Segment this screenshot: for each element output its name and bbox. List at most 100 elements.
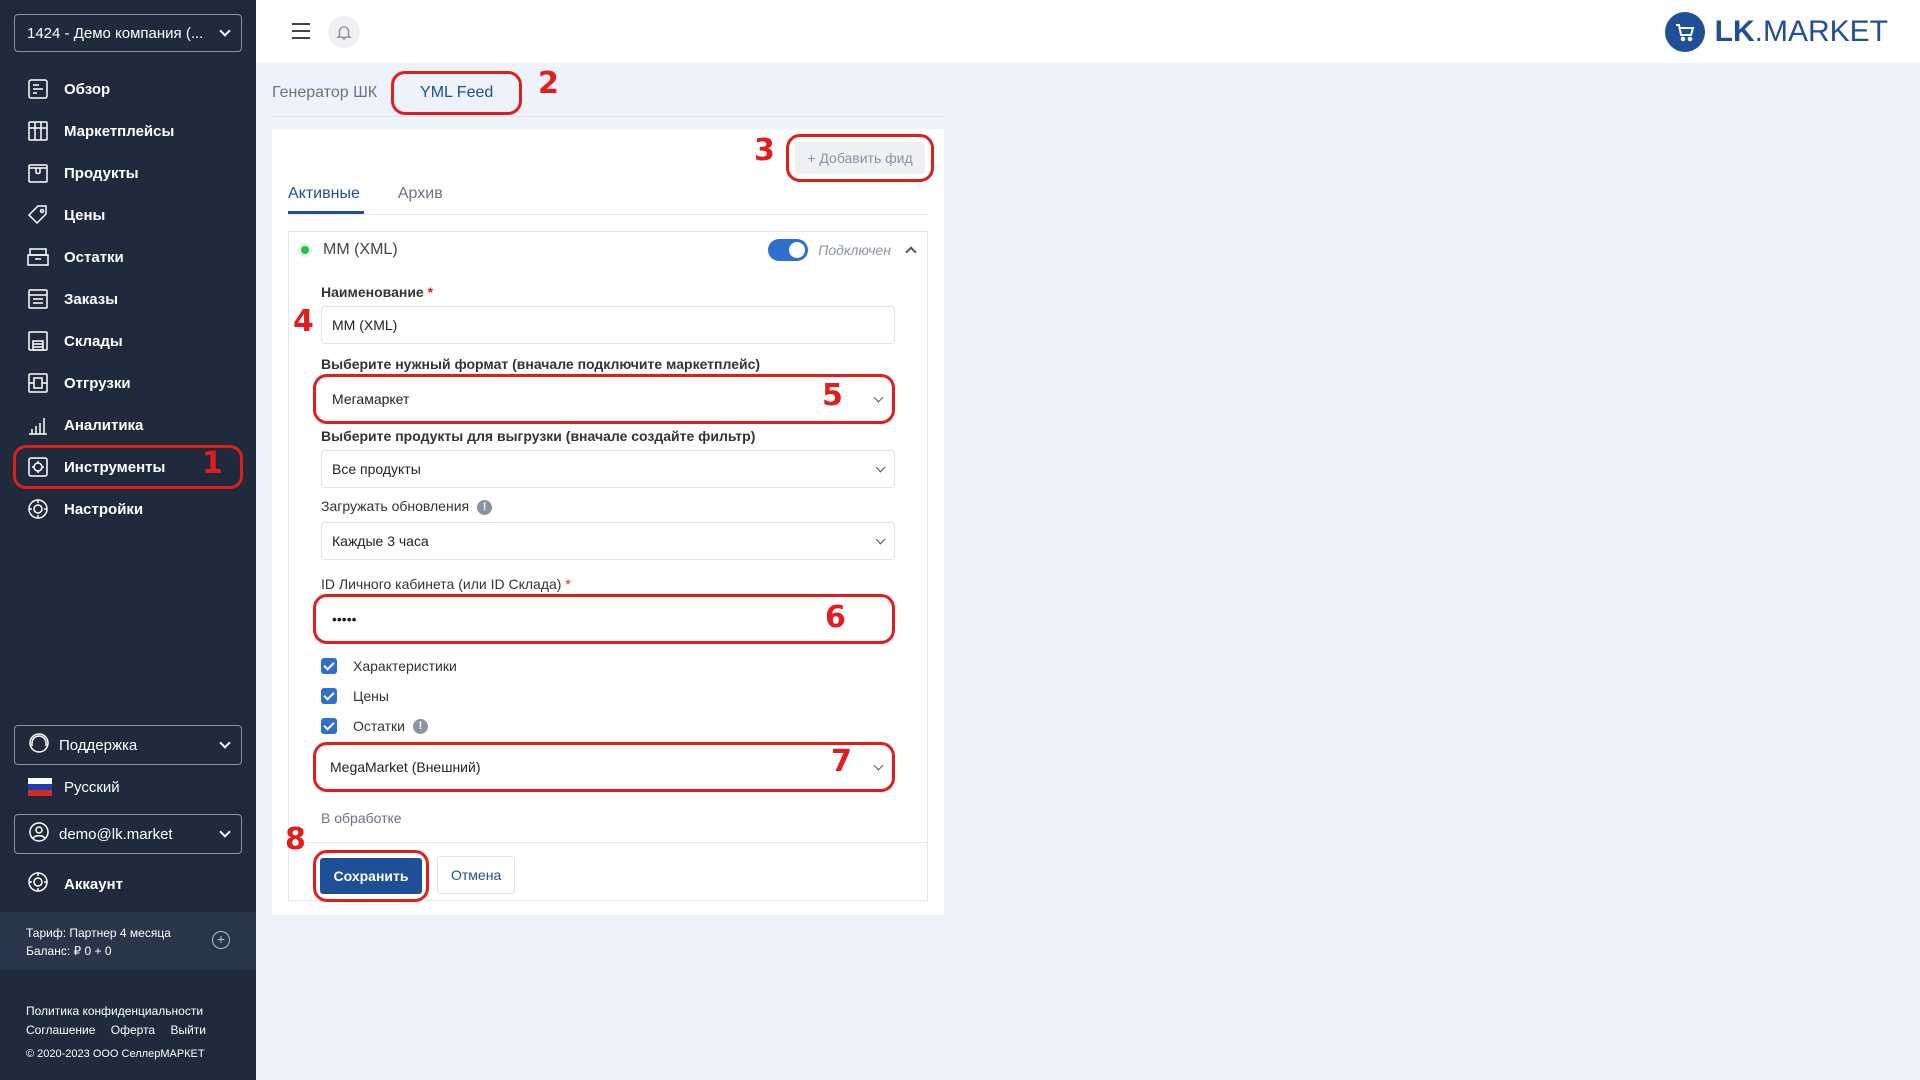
form-divider — [289, 842, 927, 843]
cancel-button[interactable]: Отмена — [437, 856, 516, 894]
name-input-value: MM (XML) — [332, 317, 398, 333]
connected-toggle[interactable] — [768, 239, 809, 261]
user-icon — [27, 820, 51, 848]
warehouses-icon — [26, 329, 50, 353]
chevron-down-icon — [219, 826, 231, 838]
account-icon — [26, 870, 50, 898]
chevron-down-icon — [875, 462, 886, 472]
copyright: © 2020-2023 ООО СеллерМАРКЕТ — [26, 1048, 205, 1060]
analytics-icon — [26, 413, 50, 437]
marketplaces-icon — [26, 119, 50, 143]
language-label: Русский — [64, 778, 120, 796]
checkbox-prices[interactable]: Цены — [321, 688, 389, 704]
support-label: Поддержка — [59, 736, 138, 754]
add-balance-plus-icon[interactable]: + — [212, 931, 230, 949]
updates-label: Загружать обновления! — [321, 498, 493, 515]
checkbox-label: Характеристики — [353, 658, 457, 674]
logout-link[interactable]: Выйти — [170, 1023, 206, 1037]
sidebar-item-label: Продукты — [64, 164, 139, 182]
feed-card: 3 + Добавить фид Активные Архив MM (XML)… — [272, 129, 944, 915]
annotation-5: 5 — [822, 378, 843, 413]
account-label: Аккаунт — [64, 875, 123, 893]
user-select[interactable]: demo@lk.market — [14, 814, 242, 854]
prices-icon — [26, 203, 50, 227]
sidebar-item-marketplaces[interactable]: Маркетплейсы — [14, 110, 242, 152]
sidebar-item-analytics[interactable]: Аналитика — [14, 404, 242, 446]
company-select-value: 1424 - Демо компания (... — [27, 24, 204, 42]
sidebar-item-overview[interactable]: Обзор — [14, 68, 242, 110]
sidebar-item-settings[interactable]: Настройки — [14, 488, 242, 530]
settings-icon — [26, 497, 50, 521]
checkbox-checked-icon[interactable] — [321, 688, 337, 704]
menu-hamburger-icon[interactable] — [292, 23, 310, 44]
annotation-8: 8 — [285, 822, 306, 857]
checkbox-characteristics[interactable]: Характеристики — [321, 658, 457, 674]
sidebar-item-shipments[interactable]: Отгрузки — [14, 362, 242, 404]
name-input[interactable]: MM (XML) — [321, 306, 895, 344]
checkbox-checked-icon[interactable] — [321, 658, 337, 674]
russia-flag-icon — [28, 778, 52, 796]
overview-icon — [26, 77, 50, 101]
annotation-3: 3 — [754, 133, 775, 168]
lk-market-logo[interactable]: LK .MARKET — [1664, 12, 1888, 52]
support-select[interactable]: Поддержка — [14, 725, 242, 765]
sidebar-item-products[interactable]: Продукты — [14, 152, 242, 194]
user-email: demo@lk.market — [59, 825, 173, 843]
tariff-text: Тариф: Партнер 4 месяца — [26, 926, 171, 940]
stock-icon — [26, 245, 50, 269]
privacy-link[interactable]: Политика конфиденциальности — [26, 1002, 218, 1021]
tab-active[interactable]: Активные — [288, 175, 364, 214]
tariff-box: Тариф: Партнер 4 месяца Баланс: ₽ 0 + 0 … — [0, 912, 256, 970]
sidebar-item-warehouses[interactable]: Склады — [14, 320, 242, 362]
logo-text-bold: LK — [1714, 15, 1755, 48]
warehouse-select-value: MegaMarket (Внешний) — [330, 759, 481, 775]
chevron-down-icon — [873, 760, 884, 770]
balance-text: Баланс: ₽ 0 + 0 — [26, 944, 112, 958]
chevron-down-icon — [875, 534, 886, 544]
shipments-icon — [26, 371, 50, 395]
language-switcher[interactable]: Русский — [28, 778, 120, 796]
chevron-up-icon[interactable] — [905, 246, 917, 258]
feed-title: MM (XML) — [323, 241, 398, 258]
products-select[interactable]: Все продукты — [321, 450, 895, 488]
sidebar-item-label: Маркетплейсы — [64, 122, 175, 140]
updates-select[interactable]: Каждые 3 часа — [321, 522, 895, 560]
agreement-link[interactable]: Соглашение — [26, 1023, 95, 1037]
tab-yml-feed[interactable]: YML Feed — [391, 71, 523, 115]
checkbox-stock[interactable]: Остатки ! — [321, 718, 428, 734]
sidebar-item-label: Склады — [64, 332, 123, 350]
info-icon[interactable]: ! — [412, 718, 428, 734]
cart-icon — [1664, 12, 1705, 52]
info-icon[interactable]: ! — [477, 499, 493, 515]
tab-archive[interactable]: Архив — [398, 175, 443, 214]
offer-link[interactable]: Оферта — [111, 1023, 155, 1037]
checkbox-label: Остатки — [353, 718, 405, 734]
footer-links: Политика конфиденциальности Соглашение О… — [26, 1002, 218, 1040]
format-select[interactable]: Мегамаркет — [313, 374, 895, 424]
sidebar-item-prices[interactable]: Цены — [14, 194, 242, 236]
feed-header[interactable]: MM (XML) Подключен — [289, 232, 927, 268]
warehouse-select[interactable]: MegaMarket (Внешний) — [313, 742, 895, 792]
support-icon — [27, 731, 51, 759]
sidebar-item-stock[interactable]: Остатки — [14, 236, 242, 278]
tab-barcode-generator[interactable]: Генератор ШК — [272, 76, 377, 110]
products-label: Выберите продукты для выгрузки (вначале … — [321, 428, 756, 444]
feed-tabs: Активные Архив — [288, 175, 928, 215]
checkbox-checked-icon[interactable] — [321, 718, 337, 734]
sidebar-item-label: Остатки — [64, 248, 124, 266]
sidebar-item-label: Инструменты — [64, 458, 166, 476]
sidebar-item-label: Отгрузки — [64, 374, 131, 392]
processing-status: В обработке — [321, 810, 402, 826]
company-select[interactable]: 1424 - Демо компания (... — [14, 14, 242, 52]
format-select-value: Мегамаркет — [332, 391, 410, 407]
cabinet-id-input[interactable]: ••••• — [313, 594, 895, 644]
sidebar: 1424 - Демо компания (... Обзор Маркетпл… — [0, 0, 256, 1080]
sidebar-item-label: Настройки — [64, 500, 144, 518]
sidebar-item-account[interactable]: Аккаунт — [26, 870, 123, 898]
add-feed-button[interactable]: + Добавить фид — [795, 142, 925, 174]
notifications-bell-icon[interactable] — [328, 16, 360, 48]
sidebar-item-orders[interactable]: Заказы — [14, 278, 242, 320]
save-button[interactable]: Сохранить — [319, 858, 423, 894]
annotation-1: 1 — [202, 446, 223, 481]
updates-select-value: Каждые 3 часа — [332, 533, 429, 549]
